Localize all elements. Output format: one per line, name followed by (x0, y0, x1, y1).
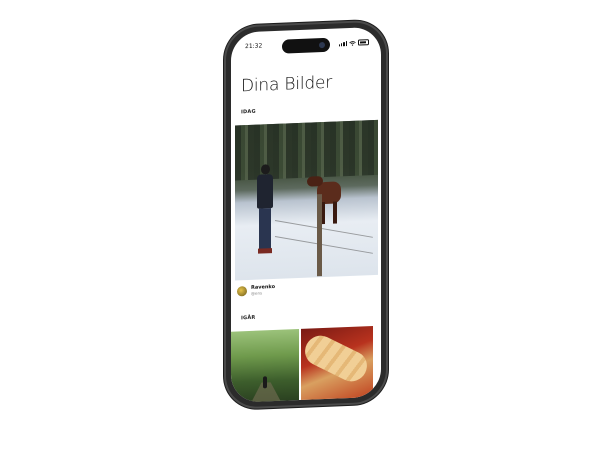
photo-fence-wire (274, 235, 373, 254)
photo-thumb-forest[interactable] (231, 328, 299, 403)
photo-person (257, 164, 273, 257)
mockup-stage: 21:32 Dina Bilder IDAG Ravenko @ens IGÅR (0, 0, 616, 450)
photo-thumb-food[interactable] (299, 326, 373, 401)
section-label-yesterday: IGÅR (241, 314, 256, 322)
status-time: 21:32 (245, 42, 263, 51)
photo-walker (263, 376, 267, 389)
page-title: Dina Bilder (241, 72, 333, 97)
status-icons (338, 39, 369, 47)
photo-fence-post (317, 194, 322, 277)
avatar[interactable] (237, 286, 247, 297)
battery-icon (358, 39, 369, 46)
signal-icon (338, 41, 347, 47)
phone-screen: 21:32 Dina Bilder IDAG Ravenko @ens IGÅR (231, 26, 381, 403)
uploader-handle: @ens (251, 290, 263, 296)
section-label-today: IDAG (241, 108, 256, 116)
phone-frame: 21:32 Dina Bilder IDAG Ravenko @ens IGÅR (224, 19, 388, 410)
photo-bread (299, 330, 373, 387)
photo-post-main[interactable] (235, 119, 378, 281)
photo-horse (307, 175, 345, 227)
wifi-icon (349, 41, 356, 46)
